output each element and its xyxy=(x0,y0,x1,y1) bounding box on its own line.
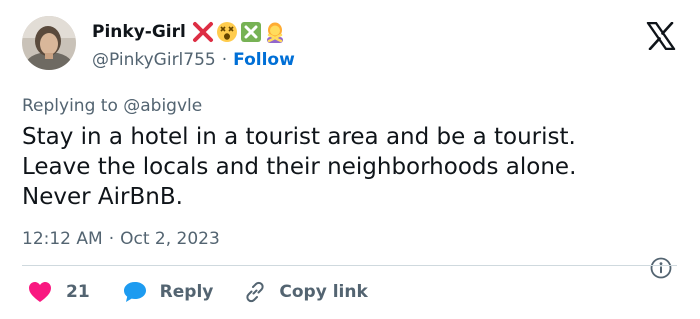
author-display-name[interactable]: Pinky-Girl xyxy=(92,22,186,42)
tweet-date: Oct 2, 2023 xyxy=(120,229,220,249)
tweet-text-line: Never AirBnB. xyxy=(22,184,183,210)
action-bar: 21 Reply Copy link xyxy=(28,280,368,304)
tweet-time: 12:12 AM xyxy=(22,229,103,249)
handle-separator: · xyxy=(221,50,228,70)
follow-button[interactable]: Follow xyxy=(233,50,295,70)
dizzy-face-icon xyxy=(216,21,238,43)
cross-mark-icon xyxy=(192,21,214,43)
link-icon xyxy=(246,281,264,303)
tweet-text-line: Leave the locals and their neighborhoods… xyxy=(22,154,577,180)
person-gesturing-no-icon xyxy=(264,21,286,43)
copy-link-label: Copy link xyxy=(279,282,368,302)
reply-bubble-icon xyxy=(123,282,146,302)
reply-label: Reply xyxy=(159,282,214,302)
tweet-timestamp[interactable]: 12:12 AM · Oct 2, 2023 xyxy=(22,229,220,249)
like-count: 21 xyxy=(66,282,90,302)
meta-separator: · xyxy=(108,229,115,249)
author-handle[interactable]: @PinkyGirl755 xyxy=(92,50,216,70)
avatar[interactable] xyxy=(22,16,76,70)
info-icon[interactable] xyxy=(650,257,672,279)
name-emojis xyxy=(192,21,286,43)
like-button[interactable]: 21 xyxy=(28,281,90,303)
tweet-text-line: Stay in a hotel in a tourist area and be… xyxy=(22,124,576,150)
tweet-text: Stay in a hotel in a tourist area and be… xyxy=(22,122,672,212)
x-logo-icon[interactable] xyxy=(646,21,676,51)
cross-mark-button-icon xyxy=(240,21,262,43)
copy-link-button[interactable]: Copy link xyxy=(243,280,368,304)
reply-button[interactable]: Reply xyxy=(122,280,214,304)
replying-to-label[interactable]: Replying to @abigvle xyxy=(22,96,202,116)
divider xyxy=(22,265,677,266)
author-name-row: Pinky-Girl xyxy=(92,20,286,44)
tweet-card: Pinky-Girl @PinkyGirl755 · Follow Replyi… xyxy=(0,0,700,319)
heart-icon xyxy=(29,282,51,302)
author-handle-row: @PinkyGirl755 · Follow xyxy=(92,50,295,70)
